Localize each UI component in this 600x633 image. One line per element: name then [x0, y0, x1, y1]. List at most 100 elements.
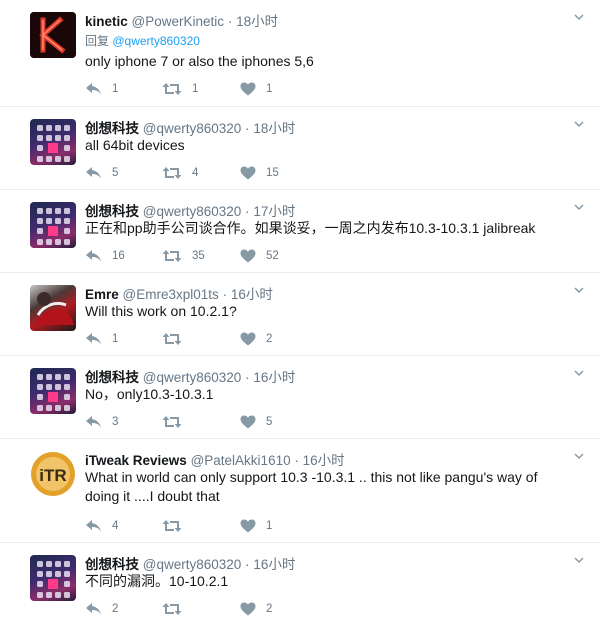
author-handle[interactable]: @PatelAkki1610	[191, 453, 291, 468]
chevron-down-icon[interactable]	[574, 555, 584, 565]
tweet-text: all 64bit devices	[85, 137, 185, 153]
author-handle[interactable]: @Emre3xpl01ts	[123, 287, 219, 302]
reply-icon	[86, 416, 101, 428]
timestamp[interactable]: 16小时	[253, 557, 295, 572]
author-name[interactable]: iTweak Reviews	[85, 453, 187, 468]
separator: ·	[245, 121, 250, 136]
tweet-header: 创想科技 @qwerty860320 · 16小时	[85, 366, 295, 386]
reply-prefix: 回复	[85, 34, 110, 48]
author-handle[interactable]: @qwerty860320	[143, 557, 242, 572]
tweet[interactable]: 创想科技 @qwerty860320 · 17小时 正在和pp助手公司谈合作。如…	[0, 190, 600, 273]
chevron-down-icon[interactable]	[574, 202, 584, 212]
author-name[interactable]: 创想科技	[85, 370, 139, 385]
tweet-actions: 3 5	[85, 413, 385, 431]
author-name[interactable]: 创想科技	[85, 204, 139, 219]
like-button[interactable]: 1	[240, 80, 272, 98]
tweet-text: only iphone 7 or also the iphones 5,6	[85, 53, 314, 69]
heart-icon	[240, 602, 256, 616]
like-count: 1	[266, 83, 273, 95]
tweet-header: 创想科技 @qwerty860320 · 16小时	[85, 553, 295, 573]
reply-button[interactable]: 4	[85, 517, 118, 535]
tweet[interactable]: Emre @Emre3xpl01ts · 16小时 Will this work…	[0, 273, 600, 356]
tweet[interactable]: kinetic @PowerKinetic · 18小时 回复 @qwerty8…	[0, 0, 600, 107]
reply-count: 4	[112, 520, 119, 532]
avatar[interactable]	[30, 119, 76, 165]
tweet-header: Emre @Emre3xpl01ts · 16小时	[85, 283, 273, 303]
retweet-count: 1	[192, 83, 199, 95]
chevron-down-icon[interactable]	[574, 451, 584, 461]
tweet-header: 创想科技 @qwerty860320 · 18小时	[85, 117, 295, 137]
tweet[interactable]: 创想科技 @qwerty860320 · 16小时 No，only10.3-10…	[0, 356, 600, 439]
author-name[interactable]: 创想科技	[85, 121, 139, 136]
timestamp[interactable]: 18小时	[236, 14, 278, 29]
reply-button[interactable]: 3	[85, 413, 118, 431]
author-handle[interactable]: @qwerty860320	[143, 121, 242, 136]
retweet-icon	[162, 416, 182, 428]
tweet[interactable]: iTR iTweak Reviews @PatelAkki1610 · 16小时…	[0, 439, 600, 543]
timestamp[interactable]: 16小时	[303, 453, 345, 468]
emre-photo-icon	[34, 292, 74, 325]
like-button[interactable]: 52	[240, 247, 279, 265]
retweet-button[interactable]	[162, 330, 192, 348]
heart-icon	[240, 332, 256, 346]
retweet-count: 4	[192, 167, 199, 179]
like-count: 52	[266, 250, 279, 262]
retweet-button[interactable]	[162, 600, 192, 618]
tweet-header: 创想科技 @qwerty860320 · 17小时	[85, 200, 295, 220]
avatar[interactable]: iTR	[30, 451, 76, 497]
tweet-text: No，only10.3-10.3.1	[85, 386, 214, 402]
retweet-icon	[162, 603, 182, 615]
like-button[interactable]: 1	[240, 517, 272, 535]
author-handle[interactable]: @PowerKinetic	[132, 14, 225, 29]
reply-button[interactable]: 1	[85, 80, 118, 98]
retweet-button[interactable]	[162, 517, 192, 535]
retweet-button[interactable]: 1	[162, 80, 198, 98]
retweet-button[interactable]	[162, 413, 192, 431]
reply-mention[interactable]: @qwerty860320	[112, 34, 200, 48]
chevron-down-icon[interactable]	[574, 368, 584, 378]
tweet[interactable]: 创想科技 @qwerty860320 · 16小时 不同的漏洞。10-10.2.…	[0, 543, 600, 633]
heart-icon	[240, 166, 256, 180]
avatar[interactable]	[30, 555, 76, 601]
reply-button[interactable]: 2	[85, 600, 118, 618]
chevron-down-icon[interactable]	[574, 285, 584, 295]
timestamp[interactable]: 16小时	[231, 287, 273, 302]
reply-button[interactable]: 1	[85, 330, 118, 348]
separator: ·	[222, 287, 228, 302]
avatar[interactable]	[30, 12, 76, 58]
retweet-button[interactable]: 35	[162, 247, 205, 265]
like-button[interactable]: 15	[240, 164, 279, 182]
chevron-down-icon[interactable]	[574, 12, 584, 22]
author-name[interactable]: Emre	[85, 287, 119, 302]
avatar[interactable]	[30, 202, 76, 248]
retweet-icon	[162, 83, 182, 95]
author-name[interactable]: 创想科技	[85, 557, 139, 572]
reply-button[interactable]: 16	[85, 247, 125, 265]
tweet-actions: 1 2	[85, 330, 385, 348]
author-handle[interactable]: @qwerty860320	[143, 370, 242, 385]
avatar[interactable]	[30, 368, 76, 414]
tweet-header: iTweak Reviews @PatelAkki1610 · 16小时	[85, 449, 345, 469]
author-handle[interactable]: @qwerty860320	[143, 204, 242, 219]
retweet-button[interactable]: 4	[162, 164, 198, 182]
timestamp[interactable]: 16小时	[253, 370, 295, 385]
reply-icon	[86, 603, 101, 615]
heart-icon	[240, 415, 256, 429]
timestamp[interactable]: 18小时	[253, 121, 295, 136]
heart-icon	[240, 249, 256, 263]
timestamp[interactable]: 17小时	[253, 204, 295, 219]
like-button[interactable]: 5	[240, 413, 272, 431]
avatar[interactable]	[30, 285, 76, 331]
like-button[interactable]: 2	[240, 330, 272, 348]
author-name[interactable]: kinetic	[85, 14, 128, 29]
tweet-actions: 2 2	[85, 600, 385, 618]
reply-icon	[86, 167, 101, 179]
reply-button[interactable]: 5	[85, 164, 118, 182]
chevron-down-icon[interactable]	[574, 119, 584, 129]
tweet[interactable]: 创想科技 @qwerty860320 · 18小时 all 64bit devi…	[0, 107, 600, 190]
like-count: 1	[266, 520, 273, 532]
reply-to: 回复 @qwerty860320	[85, 32, 200, 49]
like-button[interactable]: 2	[240, 600, 272, 618]
tweet-actions: 1 1 1	[85, 80, 385, 98]
reply-count: 16	[112, 250, 125, 262]
